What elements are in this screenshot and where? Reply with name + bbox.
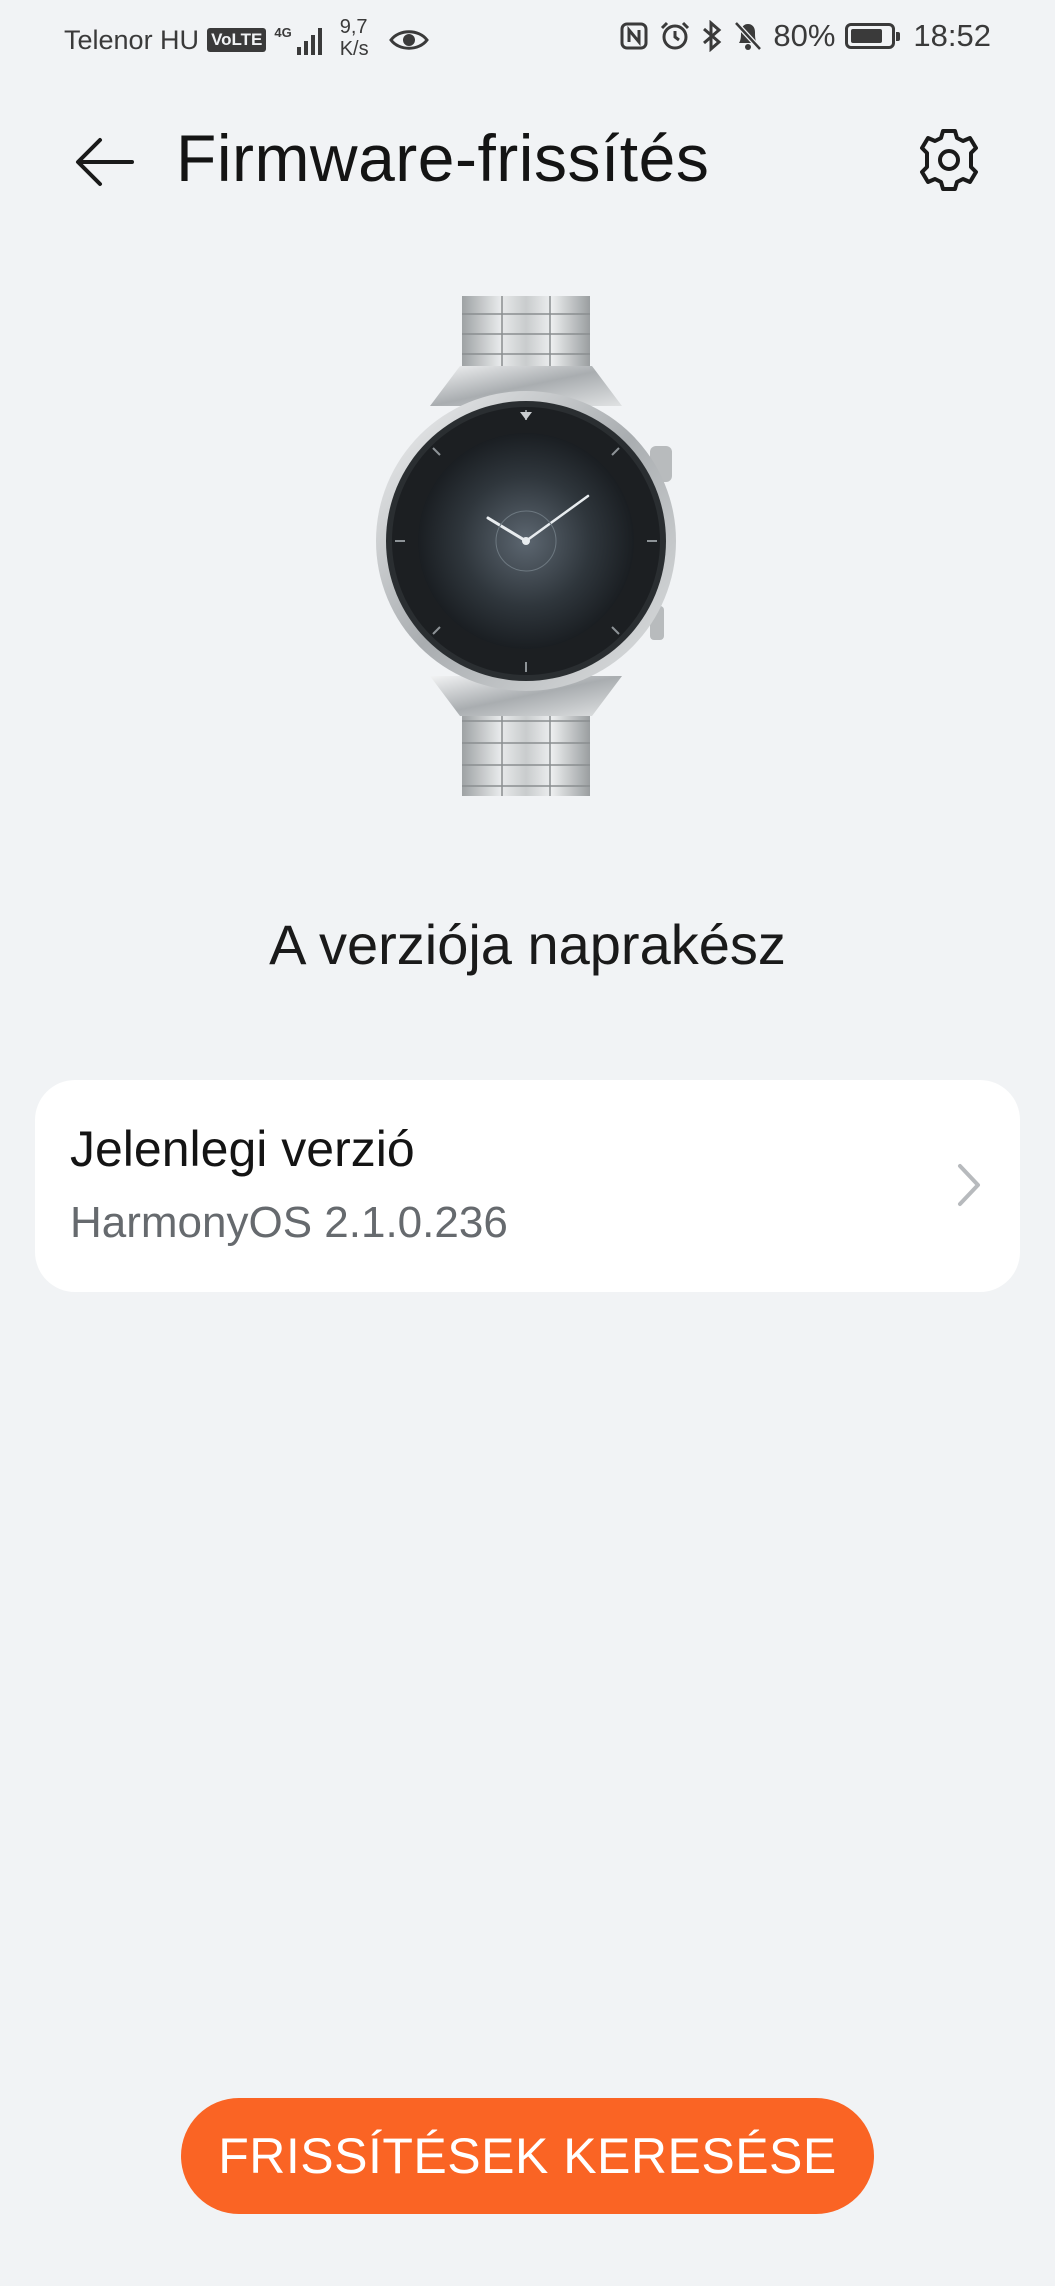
current-version-value: HarmonyOS 2.1.0.236 (70, 1198, 508, 1247)
alarm-icon (659, 20, 691, 52)
carrier-name: Telenor HU (64, 24, 200, 55)
page-title: Firmware-frissítés (176, 121, 710, 195)
update-status-message: A verziója naprakész (269, 913, 786, 976)
battery-percent: 80% (773, 18, 836, 53)
back-arrow-icon (76, 138, 134, 186)
battery-icon (845, 23, 901, 49)
net-speed-value: 9,7 (339, 16, 368, 38)
bluetooth-icon (701, 20, 723, 52)
nfc-icon (619, 21, 649, 51)
status-bar-right: 80% 18:52 (619, 18, 991, 54)
status-bar-left: Telenor HU VoLTE 4G 9,7 K/s (64, 16, 429, 60)
app-header: Firmware-frissítés (0, 110, 1055, 210)
battery-fill (851, 29, 882, 43)
settings-button[interactable] (909, 120, 989, 200)
bell-muted-icon (733, 20, 763, 52)
status-bar: Telenor HU VoLTE 4G 9,7 K/s 80% 18:52 (0, 0, 1055, 72)
clock: 18:52 (913, 18, 991, 53)
net-speed: 9,7 K/s (340, 16, 369, 60)
network-type: 4G (274, 25, 292, 40)
chevron-right-icon (956, 1162, 982, 1213)
signal-icon: 4G (274, 25, 322, 55)
current-version-label: Jelenlegi verzió (70, 1121, 415, 1177)
back-button[interactable] (64, 122, 144, 202)
gear-icon (920, 129, 978, 191)
volte-badge: VoLTE (207, 28, 267, 52)
eye-icon (388, 27, 429, 53)
check-for-updates-button[interactable]: FRISSÍTÉSEK KERESÉSE (181, 2098, 874, 2214)
watch-image (360, 296, 700, 796)
net-speed-unit: K/s (339, 38, 369, 60)
current-version-card[interactable]: Jelenlegi verzió HarmonyOS 2.1.0.236 (35, 1080, 1020, 1292)
